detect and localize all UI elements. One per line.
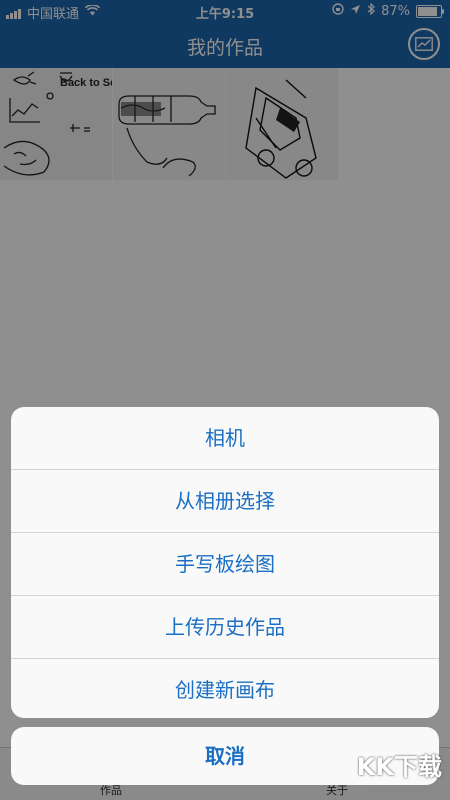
action-handwriting-board[interactable]: 手写板绘图 [11,533,439,596]
action-camera[interactable]: 相机 [11,407,439,470]
action-create-canvas[interactable]: 创建新画布 [11,659,439,718]
action-choose-from-album[interactable]: 从相册选择 [11,470,439,533]
watermark-logo: KK下载 [356,753,442,781]
watermark-url: www.kkx.net [368,785,432,796]
action-upload-history[interactable]: 上传历史作品 [11,596,439,659]
action-sheet: 相机 从相册选择 手写板绘图 上传历史作品 创建新画布 [11,407,439,718]
